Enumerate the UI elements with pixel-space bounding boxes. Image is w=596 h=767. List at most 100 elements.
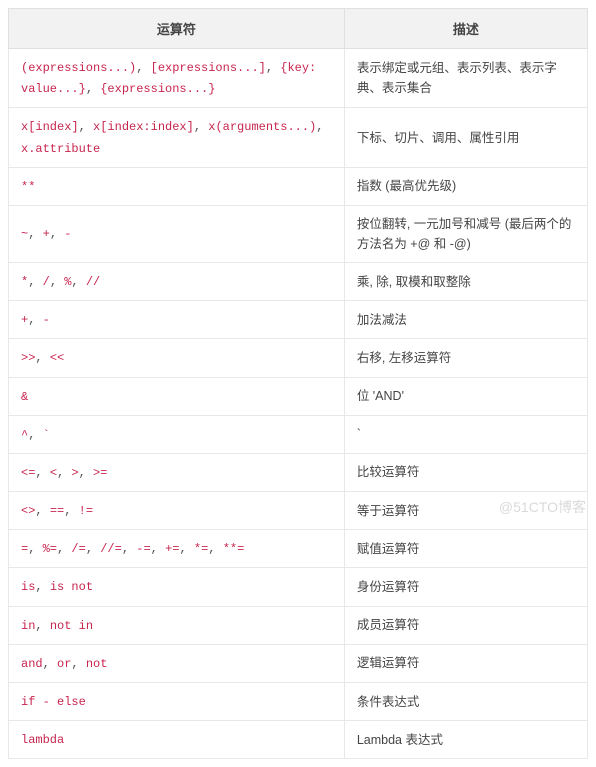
operator-cell: >>, << — [9, 339, 345, 377]
table-row: x[index], x[index:index], x(arguments...… — [9, 108, 588, 167]
operator-cell: +, - — [9, 301, 345, 339]
table-header: 运算符 描述 — [9, 9, 588, 49]
operator-token: if - else — [21, 695, 86, 709]
operator-code: >>, << — [21, 351, 64, 365]
operator-code: ** — [21, 180, 35, 194]
operator-cell: and, or, not — [9, 644, 345, 682]
operator-token: [expressions...] — [151, 61, 266, 75]
operator-token: < — [50, 466, 57, 480]
operator-token: (expressions...) — [21, 61, 136, 75]
operator-code: and, or, not — [21, 657, 107, 671]
description-cell: 右移, 左移运算符 — [344, 339, 587, 377]
operator-token: /= — [71, 542, 85, 556]
operator-token: & — [21, 390, 28, 404]
table-row: <>, ==, !=等于运算符 — [9, 492, 588, 530]
operator-token: / — [43, 275, 50, 289]
description-cell: ` — [344, 415, 587, 453]
operator-code: <=, <, >, >= — [21, 466, 107, 480]
operator-code: *, /, %, // — [21, 275, 100, 289]
operator-code: is, is not — [21, 580, 93, 594]
operator-token: is not — [50, 580, 93, 594]
operator-cell: in, not in — [9, 606, 345, 644]
table-row: in, not in 成员运算符 — [9, 606, 588, 644]
operator-cell: ^, ` — [9, 415, 345, 453]
operator-token: == — [50, 504, 64, 518]
table-row: lambda Lambda 表达式 — [9, 721, 588, 759]
operator-token: //= — [100, 542, 122, 556]
operator-token: << — [50, 351, 64, 365]
operator-token: x[index] — [21, 120, 79, 134]
table-row: >>, << 右移, 左移运算符 — [9, 339, 588, 377]
operator-token: and — [21, 657, 43, 671]
description-cell: 成员运算符 — [344, 606, 587, 644]
operator-token: x[index:index] — [93, 120, 194, 134]
operator-cell: <=, <, >, >= — [9, 453, 345, 491]
description-cell: 下标、切片、调用、属性引用 — [344, 108, 587, 167]
header-operator: 运算符 — [9, 9, 345, 49]
operator-cell: ~, +, - — [9, 205, 345, 262]
operator-token: <= — [21, 466, 35, 480]
operator-cell: if - else — [9, 683, 345, 721]
operator-code: x[index], x[index:index], x(arguments...… — [21, 120, 323, 155]
description-cell: 按位翻转, 一元加号和减号 (最后两个的方法名为 +@ 和 -@) — [344, 205, 587, 262]
description-cell: 加法减法 — [344, 301, 587, 339]
operator-cell: is, is not — [9, 568, 345, 606]
operator-code: in, not in — [21, 619, 93, 633]
operator-token: %= — [43, 542, 57, 556]
operator-code: lambda — [21, 733, 64, 747]
description-cell: 指数 (最高优先级) — [344, 167, 587, 205]
operator-code: <>, ==, != — [21, 504, 93, 518]
operator-token: != — [79, 504, 93, 518]
table-row: & 位 'AND' — [9, 377, 588, 415]
operator-table: 运算符 描述 (expressions...), [expressions...… — [8, 8, 588, 759]
operator-token: not — [86, 657, 108, 671]
operator-token: <> — [21, 504, 35, 518]
operator-code: ~, +, - — [21, 227, 71, 241]
operator-code: +, - — [21, 313, 50, 327]
operator-code: ^, ` — [21, 428, 50, 442]
operator-token: - — [43, 313, 50, 327]
table-row: *, /, %, // 乘, 除, 取模和取整除 — [9, 262, 588, 300]
description-cell: 位 'AND' — [344, 377, 587, 415]
description-cell: Lambda 表达式 — [344, 721, 587, 759]
header-description: 描述 — [344, 9, 587, 49]
description-cell: 比较运算符 — [344, 453, 587, 491]
operator-token: not in — [50, 619, 93, 633]
operator-token: -= — [136, 542, 150, 556]
table-row: <=, <, >, >= 比较运算符 — [9, 453, 588, 491]
operator-cell: lambda — [9, 721, 345, 759]
table-row: ~, +, - 按位翻转, 一元加号和减号 (最后两个的方法名为 +@ 和 -@) — [9, 205, 588, 262]
operator-cell: <>, ==, != — [9, 492, 345, 530]
description-cell: 赋值运算符 — [344, 530, 587, 568]
operator-code: (expressions...), [expressions...], {key… — [21, 61, 316, 96]
table-row: =, %=, /=, //=, -=, +=, *=, **=赋值运算符 — [9, 530, 588, 568]
description-cell: 逻辑运算符 — [344, 644, 587, 682]
table-row: (expressions...), [expressions...], {key… — [9, 49, 588, 108]
operator-token: > — [71, 466, 78, 480]
operator-token: or — [57, 657, 71, 671]
operator-token: = — [21, 542, 28, 556]
operator-cell: x[index], x[index:index], x(arguments...… — [9, 108, 345, 167]
operator-token: *= — [194, 542, 208, 556]
operator-cell: ** — [9, 167, 345, 205]
operator-token: x(arguments...) — [208, 120, 316, 134]
table-row: +, - 加法减法 — [9, 301, 588, 339]
operator-token: x.attribute — [21, 142, 100, 156]
description-cell: 条件表达式 — [344, 683, 587, 721]
operator-token: is — [21, 580, 35, 594]
description-cell: 身份运算符 — [344, 568, 587, 606]
operator-token: {expressions...} — [100, 82, 215, 96]
operator-token: + — [43, 227, 50, 241]
table-row: and, or, not 逻辑运算符 — [9, 644, 588, 682]
operator-cell: & — [9, 377, 345, 415]
operator-token: ** — [21, 180, 35, 194]
operator-code: if - else — [21, 695, 86, 709]
table-row: is, is not 身份运算符 — [9, 568, 588, 606]
operator-token: **= — [223, 542, 245, 556]
operator-token: ` — [43, 428, 50, 442]
operator-token: >> — [21, 351, 35, 365]
table-row: if - else 条件表达式 — [9, 683, 588, 721]
operator-cell: (expressions...), [expressions...], {key… — [9, 49, 345, 108]
description-cell: 乘, 除, 取模和取整除 — [344, 262, 587, 300]
table-body: (expressions...), [expressions...], {key… — [9, 49, 588, 759]
